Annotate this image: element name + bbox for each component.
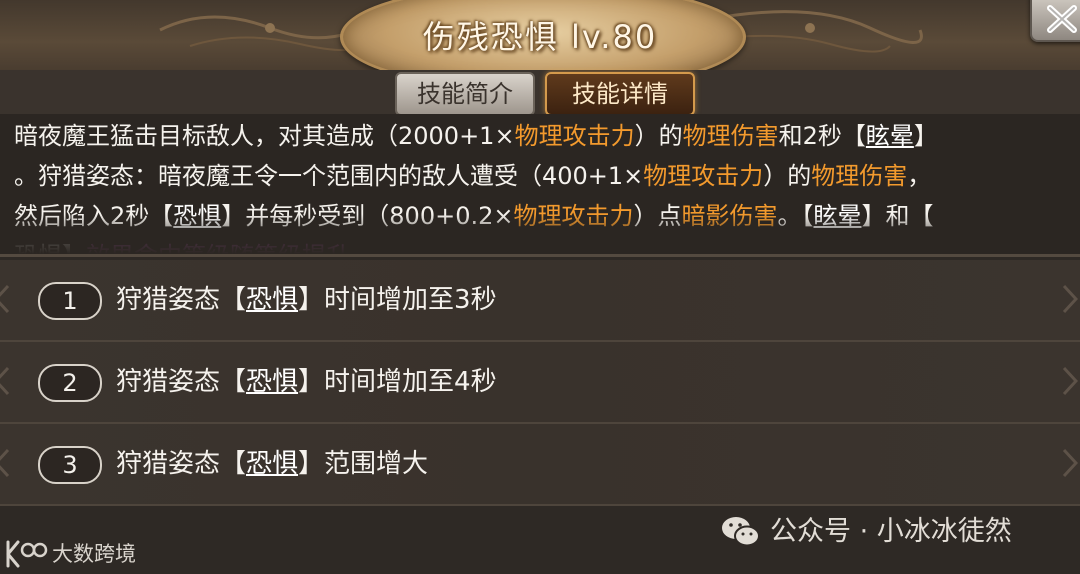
damage-type-highlight: 物理伤害 <box>811 162 908 190</box>
upgrade-keyword-link[interactable]: 恐惧 <box>246 367 298 397</box>
upgrade-text-suffix: 】范围增大 <box>298 449 429 479</box>
upgrade-text-prefix: 狩猎姿态【 <box>116 367 247 397</box>
tab-skill-intro[interactable]: 技能简介 <box>395 72 535 116</box>
description-line: 暗夜魔王猛击目标敌人，对其造成（2000+1×物理攻击力）的物理伤害和2秒【眩晕… <box>14 116 1074 156</box>
kr-logo-icon <box>6 540 48 568</box>
row-ornament-right <box>1062 284 1078 314</box>
desc-text-segment: 暗夜魔王猛击目标敌人，对其造成（2000+1× <box>14 122 515 150</box>
wechat-icon <box>722 517 760 547</box>
upgrade-text-prefix: 狩猎姿态【 <box>116 449 247 479</box>
upgrade-number-badge: 2 <box>38 364 102 402</box>
damage-type-highlight: 物理攻击力 <box>643 162 764 190</box>
upgrade-row-2: 2 狩猎姿态【恐惧】时间增加至4秒 <box>0 342 1080 424</box>
row-ornament-right <box>1062 366 1078 396</box>
upgrade-keyword-link[interactable]: 恐惧 <box>246 285 298 315</box>
description-fade <box>0 214 1080 254</box>
desc-text-segment: ， <box>907 162 932 190</box>
divider <box>0 254 1080 257</box>
upgrade-row-3: 3 狩猎姿态【恐惧】范围增大 <box>0 424 1080 506</box>
desc-text-segment: 和2秒【 <box>778 122 866 150</box>
skill-title: 伤残恐惧 lv.80 <box>422 18 658 56</box>
damage-type-highlight: 物理伤害 <box>682 122 779 150</box>
upgrade-text-prefix: 狩猎姿态【 <box>116 285 247 315</box>
close-button[interactable] <box>1030 0 1080 42</box>
upgrade-text-suffix: 】时间增加至3秒 <box>298 285 497 315</box>
upgrade-text: 狩猎姿态【恐惧】时间增加至3秒 <box>116 280 497 320</box>
row-ornament-left <box>0 448 10 478</box>
header-bar: 伤残恐惧 lv.80 <box>0 0 1080 88</box>
upgrade-text: 狩猎姿态【恐惧】时间增加至4秒 <box>116 362 497 402</box>
wechat-watermark-text: 公众号 · 小冰冰徒然 <box>770 516 1012 547</box>
desc-text-segment: ）的 <box>634 122 683 150</box>
row-ornament-left <box>0 366 10 396</box>
close-icon <box>1047 5 1077 33</box>
upgrade-text-suffix: 】时间增加至4秒 <box>298 367 497 397</box>
upgrade-text: 狩猎姿态【恐惧】范围增大 <box>116 444 428 484</box>
upgrade-keyword-link[interactable]: 恐惧 <box>246 449 298 479</box>
upgrade-number-badge: 3 <box>38 446 102 484</box>
row-ornament-right <box>1062 448 1078 478</box>
skill-description-panel: 暗夜魔王猛击目标敌人，对其造成（2000+1×物理攻击力）的物理伤害和2秒【眩晕… <box>0 114 1080 254</box>
damage-type-highlight: 物理攻击力 <box>514 122 635 150</box>
status-keyword-link[interactable]: 眩晕 <box>866 122 914 150</box>
tab-bar <box>0 70 1080 114</box>
desc-text-segment: 。狩猎姿态：暗夜魔王令一个范围内的敌人遭受（400+1× <box>14 162 644 190</box>
tab-skill-details[interactable]: 技能详情 <box>545 72 695 116</box>
brand-watermark-text: 大数跨境 <box>52 542 136 566</box>
row-ornament-left <box>0 284 10 314</box>
desc-text-segment: ）的 <box>763 162 812 190</box>
desc-text-segment: 】 <box>913 122 938 150</box>
description-line: 。狩猎姿态：暗夜魔王令一个范围内的敌人遭受（400+1×物理攻击力）的物理伤害， <box>14 156 1074 196</box>
upgrade-row-1: 1 狩猎姿态【恐惧】时间增加至3秒 <box>0 260 1080 342</box>
upgrade-number-badge: 1 <box>38 282 102 320</box>
